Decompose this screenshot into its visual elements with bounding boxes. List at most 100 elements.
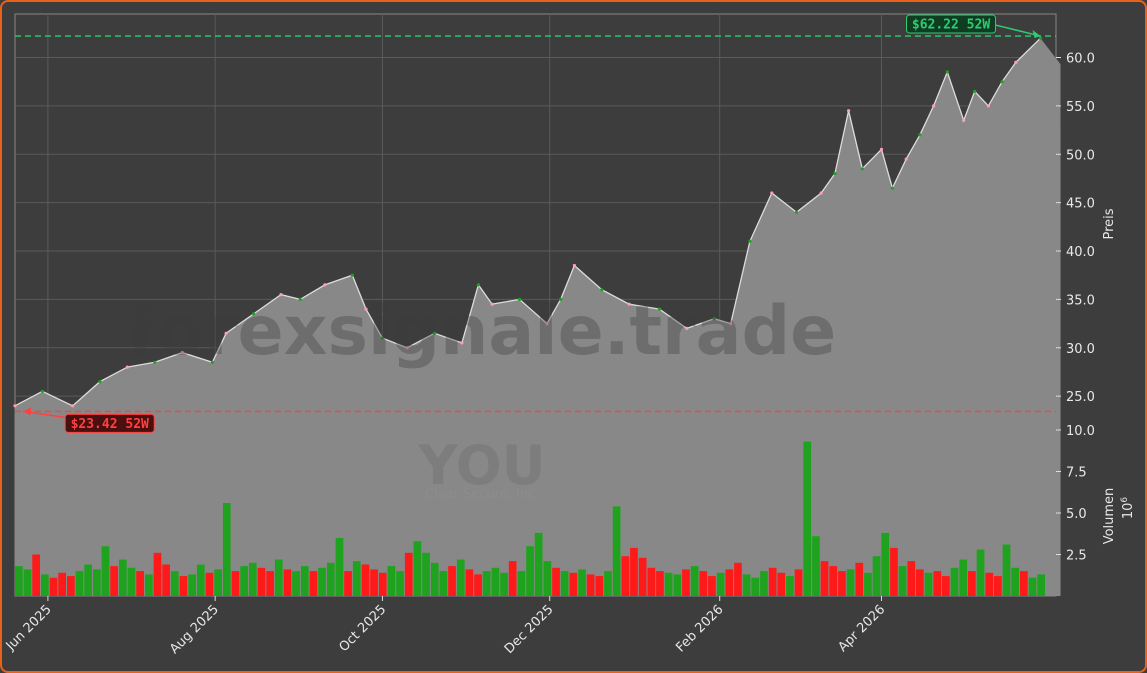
volume-bar (786, 576, 794, 596)
volume-bar (300, 566, 309, 596)
volume-bar (1011, 567, 1019, 596)
volume-bar (621, 556, 630, 596)
volume-bar (283, 569, 292, 596)
volume-bar (75, 571, 84, 596)
chart-frame: forexsignale.trade YOU Clear Secure, Inc… (0, 0, 1147, 673)
volume-bar (456, 559, 465, 596)
volume-bar (41, 574, 49, 596)
volume-bar (136, 571, 144, 596)
x-tick-label: Jun 2025 (3, 602, 55, 654)
volume-bar (344, 571, 352, 596)
volume-bar (924, 572, 933, 596)
volume-bar (248, 562, 257, 596)
volume-bar (586, 574, 595, 596)
volume-bar (794, 569, 803, 596)
price-tick-label: 55.0 (1066, 100, 1095, 115)
volume-bar (309, 571, 318, 596)
volume-bar (32, 554, 40, 596)
volume-bar (604, 571, 612, 596)
volume-bar (682, 569, 690, 596)
volume-bar (959, 559, 968, 596)
volume-bar (15, 566, 23, 596)
volume-bar (907, 561, 916, 596)
volume-bar (326, 562, 335, 596)
volume-bar (777, 572, 786, 596)
volume-bar (188, 574, 196, 596)
volume-bar (725, 569, 734, 596)
price-tick-label: 60.0 (1066, 52, 1095, 67)
price-point (986, 104, 991, 108)
watermark-text: forexsignale.trade (128, 292, 837, 371)
price-tick-label: 25.0 (1066, 390, 1095, 405)
volume-bar (474, 574, 482, 596)
volume-bar (119, 559, 127, 596)
volume-bar (222, 503, 231, 596)
volume-bar (430, 562, 439, 596)
volume-bar (768, 567, 777, 596)
volume-bar (534, 532, 543, 596)
price-point (770, 191, 774, 195)
volume-bar (742, 574, 751, 596)
volume-bar (448, 566, 456, 596)
volume-bar (196, 564, 205, 596)
price-point (323, 283, 327, 287)
x-tick-label: Apr 2026 (835, 602, 888, 655)
volume-bar (1028, 577, 1037, 596)
price-point (879, 147, 884, 151)
volume-bar (751, 577, 760, 596)
volume-bar (898, 566, 907, 596)
volume-bar (1002, 544, 1011, 596)
volume-bar (560, 571, 569, 596)
volume-bar (58, 572, 66, 596)
volume-bar (942, 576, 950, 596)
price-point (918, 133, 922, 137)
price-point (600, 288, 604, 292)
volume-bar (1020, 571, 1028, 596)
volume-bar (734, 562, 742, 596)
price-tick-label: 35.0 (1066, 293, 1095, 308)
chart-svg: forexsignale.trade YOU Clear Secure, Inc… (3, 13, 1136, 657)
volume-bar (552, 567, 560, 596)
volume-tick-label: 2.5 (1066, 549, 1087, 564)
volume-bar (422, 552, 430, 596)
volume-bar (872, 556, 881, 596)
volume-unit-exponent: 6 (1120, 497, 1130, 503)
price-point (962, 118, 966, 122)
volume-bar (985, 572, 994, 596)
volume-bar (517, 571, 526, 596)
price-point (945, 70, 949, 74)
volume-bar (205, 572, 214, 596)
volume-bar (716, 572, 725, 596)
volume-bar (569, 572, 578, 596)
volume-bar (950, 567, 959, 596)
x-tick-label: Dec 2025 (502, 602, 557, 657)
volume-bar (578, 569, 586, 596)
volume-bar (335, 537, 344, 596)
volume-bar (162, 564, 170, 596)
x-tick-label: Oct 2025 (336, 602, 389, 655)
volume-bar (855, 562, 864, 596)
price-point (1038, 36, 1043, 40)
volume-tick-label: 7.5 (1066, 466, 1087, 481)
volume-bar (838, 571, 846, 596)
volume-bar (101, 546, 110, 596)
volume-bar (49, 577, 58, 596)
price-point (794, 210, 799, 214)
volume-bar (690, 566, 699, 596)
volume-bar (881, 532, 890, 596)
volume-axis-unit: 106 (1120, 497, 1136, 520)
volume-bar (110, 566, 118, 596)
volume-bar (699, 571, 708, 596)
price-point (860, 167, 864, 171)
volume-y-axis: 2.5 5.0 7.5 10.0 (1056, 424, 1095, 564)
volume-bar (396, 571, 404, 596)
volume-bar (543, 561, 552, 596)
volume-bar (638, 557, 647, 596)
low-52w-label: $23.42 52W (71, 417, 149, 432)
volume-bar (292, 571, 300, 596)
volume-bar (864, 572, 872, 596)
volume-bar (664, 572, 673, 596)
volume-bar (361, 564, 370, 596)
price-point (819, 191, 823, 195)
volume-bar (439, 571, 448, 596)
